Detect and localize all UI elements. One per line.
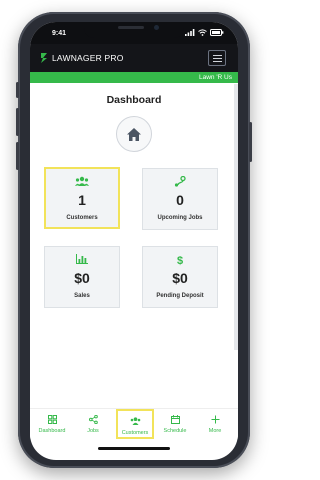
customers-card[interactable]: 1 Customers — [44, 167, 120, 229]
tab-more[interactable]: More — [196, 409, 234, 439]
upcoming-jobs-card[interactable]: 0 Upcoming Jobs — [142, 168, 218, 230]
volume-down-button — [16, 142, 19, 170]
bottom-tab-bar: Dashboard Jobs Customers Schedule More — [30, 408, 238, 439]
camera — [154, 25, 159, 30]
tab-dashboard-label: Dashboard — [38, 428, 66, 434]
tab-customers-label: Customers — [121, 430, 149, 436]
menu-line — [212, 54, 222, 56]
share-nodes-icon — [88, 415, 98, 424]
notch — [84, 22, 184, 38]
tab-dashboard[interactable]: Dashboard — [33, 409, 71, 439]
tab-schedule[interactable]: Schedule — [156, 409, 194, 439]
users-icon — [75, 176, 89, 186]
hamburger-menu-button[interactable] — [208, 50, 226, 66]
signal-icon — [185, 29, 195, 36]
page-title: Dashboard — [106, 94, 162, 106]
speaker — [118, 26, 144, 29]
plus-icon — [211, 415, 219, 424]
phone-screen: 9:41 LAWNAGER PRO Lawn 'R Us Dashboard 1… — [30, 22, 238, 460]
customers-count: 1 — [78, 192, 86, 208]
menu-line — [212, 57, 222, 59]
tab-more-label: More — [208, 428, 222, 434]
grid-icon — [47, 415, 57, 424]
home-indicator — [98, 447, 170, 450]
mute-switch — [16, 82, 19, 98]
wifi-icon — [198, 29, 207, 36]
sales-amount: $0 — [74, 270, 90, 286]
calendar-icon — [170, 415, 180, 424]
pending-deposit-amount: $0 — [172, 270, 188, 286]
battery-icon — [210, 29, 224, 36]
home-icon — [127, 127, 141, 141]
tab-schedule-label: Schedule — [163, 428, 187, 434]
upcoming-jobs-count: 0 — [176, 192, 184, 208]
logo-icon — [41, 53, 47, 63]
pending-deposit-label: Pending Deposit — [156, 293, 204, 299]
app-name: LAWNAGER PRO — [52, 53, 124, 63]
brand: LAWNAGER PRO — [40, 52, 124, 64]
pending-deposit-card[interactable]: $ $0 Pending Deposit — [142, 246, 218, 308]
status-time: 9:41 — [52, 30, 67, 37]
customers-label: Customers — [66, 215, 98, 221]
bar-chart-icon — [76, 254, 88, 264]
sales-card[interactable]: $0 Sales — [44, 246, 120, 308]
route-icon — [174, 176, 186, 187]
tab-jobs[interactable]: Jobs — [74, 409, 112, 439]
account-bar: Lawn 'R Us — [30, 72, 238, 83]
home-button[interactable] — [116, 116, 152, 152]
users-icon — [130, 417, 140, 425]
dollar-icon: $ — [177, 255, 183, 266]
account-name[interactable]: Lawn 'R Us — [199, 74, 232, 81]
volume-up-button — [16, 108, 19, 136]
menu-line — [212, 60, 222, 62]
scrollbar[interactable] — [234, 84, 238, 350]
app-header: LAWNAGER PRO — [30, 44, 238, 72]
sales-label: Sales — [74, 293, 90, 299]
upcoming-jobs-label: Upcoming Jobs — [157, 215, 203, 221]
power-button — [249, 122, 252, 162]
tab-jobs-label: Jobs — [87, 428, 99, 434]
tab-customers[interactable]: Customers — [116, 409, 154, 439]
svg-text:$: $ — [177, 255, 183, 266]
